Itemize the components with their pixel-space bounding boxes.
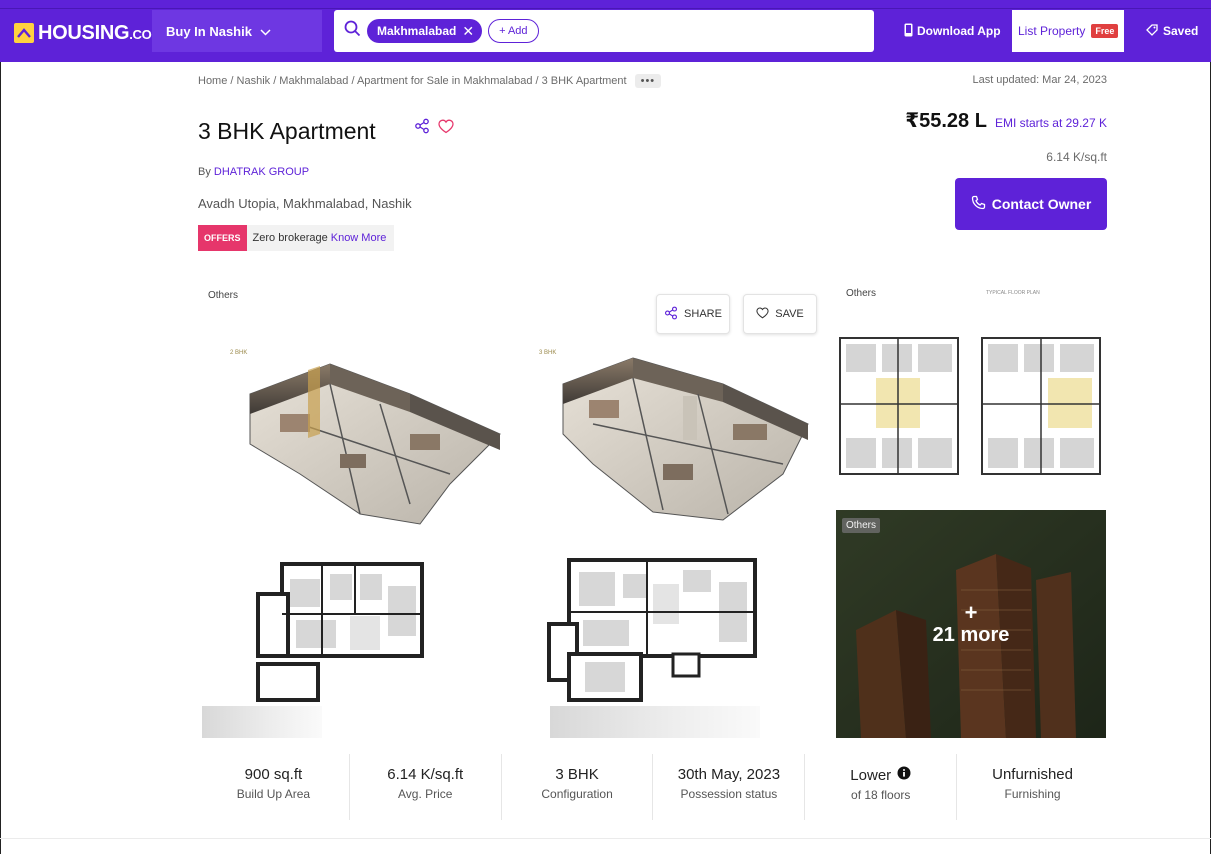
- stat-value: 30th May, 2023: [677, 766, 781, 783]
- address-text: Avadh Utopia, Makhmalabad, Nashik: [198, 196, 412, 211]
- add-locality-button[interactable]: + Add: [488, 19, 539, 43]
- stat-floor: Lower of 18 floors: [805, 754, 958, 820]
- city-selector-label: Buy In Nashik: [166, 23, 252, 39]
- plus-icon: +: [964, 599, 978, 625]
- download-app-label: Download App: [917, 24, 1001, 38]
- stat-label: Configuration: [541, 787, 613, 801]
- list-property-button[interactable]: List Property Free: [1012, 10, 1124, 52]
- contact-owner-label: Contact Owner: [991, 196, 1092, 212]
- saved-label: Saved: [1163, 24, 1199, 38]
- typical-floor-plan-image[interactable]: Others TYPICAL FLOOR PLAN: [836, 278, 1106, 506]
- stat-avg-price: 6.14 K/sq.ft Avg. Price: [350, 754, 502, 820]
- offers-strip: OFFERS Zero brokerage Know More: [198, 225, 395, 251]
- stat-possession-status: 30th May, 2023 Possession status: [653, 754, 806, 820]
- bhk-tag-3: 3 BHK: [539, 350, 557, 356]
- logo-main-text: HOUSING: [38, 21, 130, 44]
- city-selector[interactable]: Buy In Nashik: [152, 10, 322, 52]
- saved-button[interactable]: Saved: [1146, 18, 1198, 44]
- heart-icon: [756, 306, 769, 322]
- save-button-label: SAVE: [775, 308, 804, 320]
- chevron-down-icon: [260, 24, 271, 39]
- key-facts-row: 900 sq.ft Build Up Area 6.14 K/sq.ft Avg…: [198, 754, 1108, 820]
- search-bar[interactable]: Makhmalabad ✕ + Add: [334, 10, 874, 52]
- phone-icon: [904, 23, 913, 40]
- stat-configuration: 3 BHK Configuration: [502, 754, 654, 820]
- floor-plan-image-3bhk[interactable]: 3 BHK: [523, 324, 828, 714]
- stat-build-up-area: 900 sq.ft Build Up Area: [198, 754, 350, 820]
- offers-badge: OFFERS: [198, 225, 247, 251]
- floor-plan-image-2bhk[interactable]: 2 BHK: [210, 324, 515, 714]
- share-icon[interactable]: [414, 118, 430, 139]
- locality-chip-label: Makhmalabad: [377, 24, 457, 38]
- section-divider: [0, 838, 1211, 839]
- blurred-caption: [550, 706, 760, 738]
- save-button[interactable]: SAVE: [743, 294, 817, 334]
- list-property-label: List Property: [1018, 24, 1086, 38]
- stat-label: Avg. Price: [398, 787, 453, 801]
- title-actions: [414, 118, 454, 139]
- housing-logo-icon: [14, 23, 34, 43]
- logo-text: HOUSING.COM: [38, 22, 162, 45]
- floor-plan-caption: TYPICAL FLOOR PLAN: [986, 290, 1040, 296]
- stat-value: Unfurnished: [992, 766, 1073, 783]
- breadcrumb-more-button[interactable]: •••: [634, 74, 662, 88]
- saved-tag-icon: [1146, 23, 1158, 39]
- isometric-plan-illustration-3bhk: [547, 357, 809, 702]
- download-app-button[interactable]: Download App: [904, 18, 1001, 44]
- share-button-label: SHARE: [684, 308, 722, 320]
- share-icon: [664, 306, 678, 323]
- stat-value: 3 BHK: [555, 766, 599, 783]
- stat-value: Lower: [850, 766, 892, 784]
- price-block: ₹55.28 L EMI starts at 29.27 K: [905, 108, 1107, 133]
- builder-link[interactable]: DHATRAK GROUP: [214, 166, 309, 178]
- builder-line: By DHATRAK GROUP: [198, 166, 309, 178]
- more-photos-tile[interactable]: Others + 21 more: [836, 510, 1106, 738]
- locality-chip[interactable]: Makhmalabad ✕: [367, 19, 483, 43]
- stat-value: 900 sq.ft: [244, 766, 303, 783]
- stat-label: Furnishing: [1004, 787, 1061, 801]
- stat-label: of 18 floors: [851, 788, 911, 802]
- typical-floor-plan-drawing: [839, 337, 1101, 475]
- more-photos-overlay[interactable]: + 21 more: [836, 510, 1106, 738]
- offer-text: Zero brokerage: [252, 232, 328, 244]
- housing-logo[interactable]: HOUSING.COM: [14, 22, 162, 44]
- top-nav-bar: HOUSING.COM Buy In Nashik Makhmalabad ✕ …: [0, 0, 1211, 62]
- stat-value-wrap: Lower: [805, 766, 956, 784]
- breadcrumb[interactable]: Home / Nashik / Makhmalabad / Apartment …: [198, 72, 662, 90]
- heart-icon[interactable]: [438, 119, 454, 139]
- bhk-tag-2: 2 BHK: [230, 350, 248, 356]
- blurred-caption: [202, 706, 322, 738]
- stat-label: Build Up Area: [236, 787, 311, 801]
- stat-furnishing: Unfurnished Furnishing: [957, 754, 1108, 820]
- stat-value: 6.14 K/sq.ft: [387, 766, 464, 783]
- breadcrumb-path[interactable]: Home / Nashik / Makhmalabad / Apartment …: [198, 75, 627, 87]
- know-more-link[interactable]: Know More: [331, 232, 387, 244]
- free-badge: Free: [1091, 24, 1119, 38]
- share-button[interactable]: SHARE: [656, 294, 730, 334]
- info-icon[interactable]: [897, 766, 911, 784]
- last-updated-text: Last updated: Mar 24, 2023: [972, 74, 1107, 86]
- close-icon[interactable]: ✕: [462, 23, 474, 40]
- gallery-category-label: Others: [846, 288, 877, 299]
- page-left-border: [0, 62, 1, 854]
- phone-call-icon: [971, 195, 986, 213]
- contact-owner-button[interactable]: Contact Owner: [955, 178, 1107, 230]
- stat-label: Possession status: [680, 787, 778, 801]
- gallery-category-label: Others: [208, 290, 239, 301]
- page-title: 3 BHK Apartment: [198, 118, 376, 144]
- price-amount: ₹55.28 L: [905, 110, 987, 132]
- search-icon: [344, 20, 361, 42]
- photo-gallery[interactable]: Others 2 BHK 3 BHK SHARE SAVE: [198, 278, 828, 738]
- price-per-sqft: 6.14 K/sq.ft: [1046, 150, 1107, 164]
- more-photos-count: 21 more: [932, 623, 1010, 646]
- isometric-plan-illustration: [249, 363, 501, 702]
- builder-prefix: By: [198, 166, 211, 178]
- top-nav-divider: [0, 8, 1211, 9]
- emi-link[interactable]: EMI starts at 29.27 K: [995, 116, 1107, 130]
